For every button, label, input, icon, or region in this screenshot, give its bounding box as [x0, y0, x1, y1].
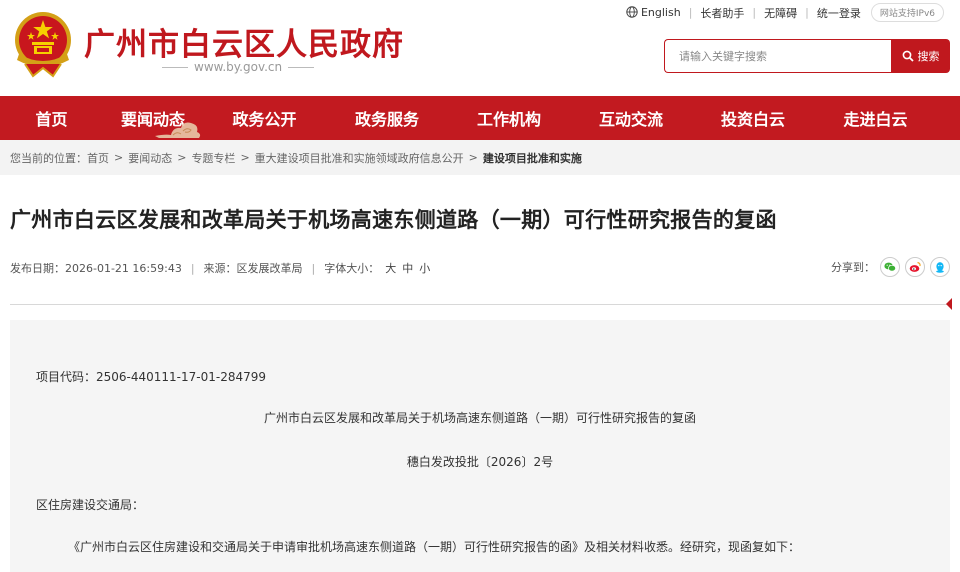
nav-item-news[interactable]: 要闻动态: [103, 96, 203, 140]
project-code: 项目代码：2506-440111-17-01-284799: [36, 370, 267, 384]
breadcrumb-prefix: 您当前的位置：: [10, 151, 87, 165]
font-size-label: 字体大小：: [324, 262, 380, 275]
article-meta: 发布日期： 2026-01-21 16:59:43 | 来源： 区发展改革局 |…: [10, 260, 431, 276]
source-label: 来源：: [203, 262, 237, 275]
font-size-medium[interactable]: 中: [402, 260, 413, 276]
breadcrumb-item-home[interactable]: 首页: [87, 150, 109, 166]
main-nav: 首页 要闻动态 政务公开 政务服务 工作机构 互动交流 投资白云 走进白云: [0, 96, 960, 140]
article-title: 广州市白云区发展和改革局关于机场高速东侧道路（一期）可行性研究报告的复函: [10, 208, 777, 232]
search-input[interactable]: [664, 39, 891, 73]
auspicious-cloud-icon: [155, 122, 201, 138]
breadcrumb-item-current[interactable]: 建设项目批准和实施: [483, 150, 582, 166]
nav-label: 工作机构: [476, 110, 541, 129]
nav-label: 投资白云: [720, 110, 785, 129]
search-icon: [902, 50, 914, 62]
nav-item-institutions[interactable]: 工作机构: [448, 96, 570, 140]
accessibility-link[interactable]: 无障碍: [764, 5, 797, 21]
publish-date: 2026-01-21 16:59:43: [65, 261, 182, 275]
source-value: 区发展改革局: [236, 262, 303, 275]
nav-item-invest[interactable]: 投资白云: [692, 96, 814, 140]
nav-label: 互动交流: [598, 110, 663, 129]
site-url-text: www.by.gov.cn: [194, 60, 283, 74]
share-wechat-button[interactable]: [880, 257, 900, 277]
search-button[interactable]: 搜索: [891, 39, 950, 73]
url-divider-left: [162, 66, 188, 68]
site-title[interactable]: 广州市白云区人民政府: [84, 19, 404, 64]
share-label: 分享到：: [831, 261, 875, 274]
share-weibo-button[interactable]: [905, 257, 925, 277]
ipv6-badge: 网站支持IPv6: [870, 3, 944, 22]
document-number: 穗白发改投批〔2026〕2号: [406, 455, 554, 469]
nav-item-gov-affairs-public[interactable]: 政务公开: [203, 96, 326, 140]
elderly-helper-link[interactable]: 长者助手: [700, 5, 744, 21]
wechat-icon: [884, 262, 896, 272]
nav-item-home[interactable]: 首页: [0, 96, 103, 140]
nav-item-gov-services[interactable]: 政务服务: [326, 96, 448, 140]
qq-icon: [936, 262, 944, 273]
globe-icon: [626, 6, 638, 18]
divider-accent-mark: [946, 298, 952, 310]
top-links: English | 长者助手 | 无障碍 | 统一登录 网站支持IPv6: [626, 3, 944, 22]
unified-login-link[interactable]: 统一登录: [817, 5, 861, 21]
publish-date-label: 发布日期：: [10, 262, 65, 275]
breadcrumb-item-topics[interactable]: 专题专栏: [191, 150, 235, 166]
site-header: 广州市白云区人民政府 www.by.gov.cn English | 长者助手 …: [0, 0, 960, 96]
site-url: www.by.gov.cn: [162, 60, 315, 74]
breadcrumb-item-major-projects[interactable]: 重大建设项目批准和实施领域政府信息公开: [255, 150, 464, 166]
nav-label: 走进白云: [843, 110, 908, 129]
english-link[interactable]: English: [626, 6, 681, 19]
font-size-small[interactable]: 小: [419, 260, 430, 276]
share-qq-button[interactable]: [930, 257, 950, 277]
article-content: 项目代码：2506-440111-17-01-284799 广州市白云区发展和改…: [10, 320, 950, 572]
title-divider: [10, 304, 950, 305]
body-paragraph: 《广州市白云区住房建设和交通局关于申请审批机场高速东侧道路（一期）可行性研究报告…: [68, 540, 801, 554]
search-button-label: 搜索: [917, 50, 940, 63]
breadcrumb-item-news[interactable]: 要闻动态: [128, 150, 172, 166]
nav-label: 政务服务: [354, 110, 419, 129]
english-label: English: [640, 6, 681, 19]
share-bar: 分享到：: [831, 257, 950, 277]
addressee: 区住房建设交通局：: [36, 498, 145, 512]
nav-label: 政务公开: [232, 110, 297, 129]
national-emblem-icon[interactable]: [13, 10, 73, 78]
nav-item-interaction[interactable]: 互动交流: [570, 96, 692, 140]
font-size-large[interactable]: 大: [385, 260, 396, 276]
url-divider-right: [288, 66, 315, 68]
weibo-icon: [909, 261, 921, 272]
nav-item-about[interactable]: 走进白云: [814, 96, 937, 140]
document-title: 广州市白云区发展和改革局关于机场高速东侧道路（一期）可行性研究报告的复函: [263, 411, 696, 425]
nav-label: 首页: [35, 110, 68, 129]
search-bar: 搜索: [664, 39, 950, 73]
breadcrumb: 您当前的位置： 首页 > 要闻动态 > 专题专栏 > 重大建设项目批准和实施领域…: [0, 140, 960, 175]
